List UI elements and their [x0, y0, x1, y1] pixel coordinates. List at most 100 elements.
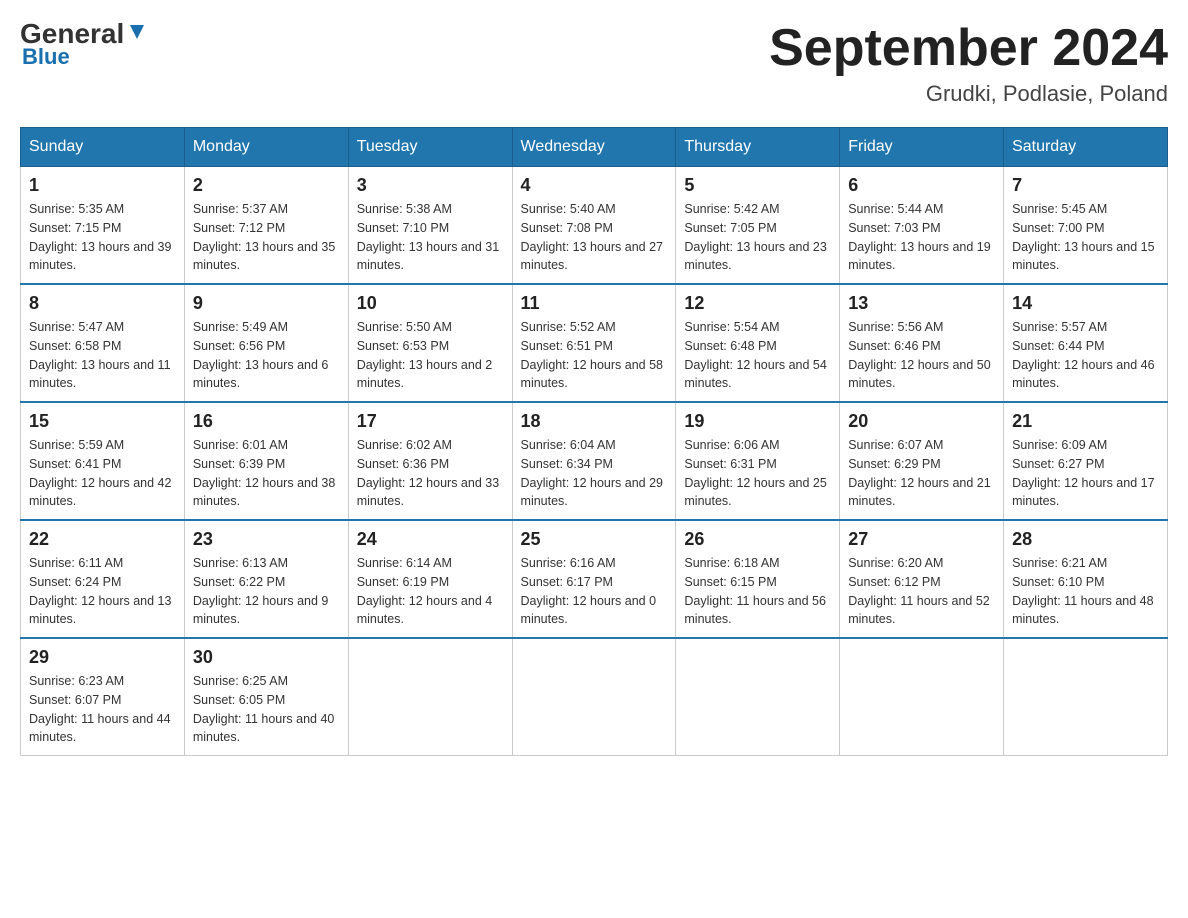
calendar-week-row: 8 Sunrise: 5:47 AMSunset: 6:58 PMDaylight… — [21, 284, 1168, 402]
day-info: Sunrise: 5:35 AMSunset: 7:15 PMDaylight:… — [29, 200, 176, 275]
calendar-cell: 17 Sunrise: 6:02 AMSunset: 6:36 PMDayligh… — [348, 402, 512, 520]
day-number: 11 — [521, 293, 668, 314]
calendar-cell — [840, 638, 1004, 756]
calendar-cell: 3 Sunrise: 5:38 AMSunset: 7:10 PMDaylight… — [348, 167, 512, 285]
day-info: Sunrise: 5:38 AMSunset: 7:10 PMDaylight:… — [357, 200, 504, 275]
day-number: 16 — [193, 411, 340, 432]
month-title: September 2024 — [769, 20, 1168, 77]
calendar-cell: 4 Sunrise: 5:40 AMSunset: 7:08 PMDaylight… — [512, 167, 676, 285]
calendar-cell: 27 Sunrise: 6:20 AMSunset: 6:12 PMDayligh… — [840, 520, 1004, 638]
day-number: 30 — [193, 647, 340, 668]
day-info: Sunrise: 6:20 AMSunset: 6:12 PMDaylight:… — [848, 554, 995, 629]
calendar-week-row: 29 Sunrise: 6:23 AMSunset: 6:07 PMDayligh… — [21, 638, 1168, 756]
day-info: Sunrise: 6:02 AMSunset: 6:36 PMDaylight:… — [357, 436, 504, 511]
day-number: 27 — [848, 529, 995, 550]
day-info: Sunrise: 5:44 AMSunset: 7:03 PMDaylight:… — [848, 200, 995, 275]
calendar-week-row: 1 Sunrise: 5:35 AMSunset: 7:15 PMDaylight… — [21, 167, 1168, 285]
calendar-cell: 8 Sunrise: 5:47 AMSunset: 6:58 PMDaylight… — [21, 284, 185, 402]
calendar-cell: 20 Sunrise: 6:07 AMSunset: 6:29 PMDayligh… — [840, 402, 1004, 520]
day-header-monday: Monday — [184, 128, 348, 167]
day-number: 5 — [684, 175, 831, 196]
calendar-cell: 7 Sunrise: 5:45 AMSunset: 7:00 PMDaylight… — [1004, 167, 1168, 285]
calendar-cell: 16 Sunrise: 6:01 AMSunset: 6:39 PMDayligh… — [184, 402, 348, 520]
day-number: 21 — [1012, 411, 1159, 432]
day-header-saturday: Saturday — [1004, 128, 1168, 167]
calendar-cell: 10Sunrise: 5:50 AMSunset: 6:53 PMDayligh… — [348, 284, 512, 402]
day-info: Sunrise: 6:07 AMSunset: 6:29 PMDaylight:… — [848, 436, 995, 511]
page-header: General Blue September 2024 Grudki, Podl… — [20, 20, 1168, 107]
day-info: Sunrise: 6:14 AMSunset: 6:19 PMDaylight:… — [357, 554, 504, 629]
calendar-cell: 29 Sunrise: 6:23 AMSunset: 6:07 PMDayligh… — [21, 638, 185, 756]
logo-blue-text: Blue — [20, 44, 70, 70]
day-info: Sunrise: 6:11 AMSunset: 6:24 PMDaylight:… — [29, 554, 176, 629]
day-number: 9 — [193, 293, 340, 314]
calendar-cell — [348, 638, 512, 756]
day-info: Sunrise: 5:57 AMSunset: 6:44 PMDaylight:… — [1012, 318, 1159, 393]
calendar-cell: 2Sunrise: 5:37 AMSunset: 7:12 PMDaylight… — [184, 167, 348, 285]
calendar-cell: 5Sunrise: 5:42 AMSunset: 7:05 PMDaylight… — [676, 167, 840, 285]
logo-triangle-icon — [126, 21, 148, 43]
day-number: 2 — [193, 175, 340, 196]
location-title: Grudki, Podlasie, Poland — [769, 81, 1168, 107]
day-number: 13 — [848, 293, 995, 314]
day-number: 6 — [848, 175, 995, 196]
day-number: 26 — [684, 529, 831, 550]
day-number: 10 — [357, 293, 504, 314]
calendar-week-row: 15 Sunrise: 5:59 AMSunset: 6:41 PMDayligh… — [21, 402, 1168, 520]
calendar-cell: 18 Sunrise: 6:04 AMSunset: 6:34 PMDayligh… — [512, 402, 676, 520]
calendar-cell: 15 Sunrise: 5:59 AMSunset: 6:41 PMDayligh… — [21, 402, 185, 520]
calendar-cell — [1004, 638, 1168, 756]
day-number: 22 — [29, 529, 176, 550]
day-info: Sunrise: 5:47 AMSunset: 6:58 PMDaylight:… — [29, 318, 176, 393]
calendar-cell: 12Sunrise: 5:54 AMSunset: 6:48 PMDayligh… — [676, 284, 840, 402]
day-info: Sunrise: 5:59 AMSunset: 6:41 PMDaylight:… — [29, 436, 176, 511]
calendar-cell: 23Sunrise: 6:13 AMSunset: 6:22 PMDayligh… — [184, 520, 348, 638]
day-number: 29 — [29, 647, 176, 668]
day-info: Sunrise: 6:09 AMSunset: 6:27 PMDaylight:… — [1012, 436, 1159, 511]
day-info: Sunrise: 6:18 AMSunset: 6:15 PMDaylight:… — [684, 554, 831, 629]
day-info: Sunrise: 5:54 AMSunset: 6:48 PMDaylight:… — [684, 318, 831, 393]
day-info: Sunrise: 5:45 AMSunset: 7:00 PMDaylight:… — [1012, 200, 1159, 275]
calendar-cell: 26 Sunrise: 6:18 AMSunset: 6:15 PMDayligh… — [676, 520, 840, 638]
calendar-cell: 30 Sunrise: 6:25 AMSunset: 6:05 PMDayligh… — [184, 638, 348, 756]
day-number: 7 — [1012, 175, 1159, 196]
day-number: 14 — [1012, 293, 1159, 314]
day-info: Sunrise: 6:23 AMSunset: 6:07 PMDaylight:… — [29, 672, 176, 747]
day-number: 28 — [1012, 529, 1159, 550]
day-number: 24 — [357, 529, 504, 550]
day-number: 15 — [29, 411, 176, 432]
calendar-cell: 25Sunrise: 6:16 AMSunset: 6:17 PMDayligh… — [512, 520, 676, 638]
day-header-sunday: Sunday — [21, 128, 185, 167]
day-number: 19 — [684, 411, 831, 432]
calendar-cell: 11Sunrise: 5:52 AMSunset: 6:51 PMDayligh… — [512, 284, 676, 402]
logo: General Blue — [20, 20, 148, 70]
day-info: Sunrise: 5:40 AMSunset: 7:08 PMDaylight:… — [521, 200, 668, 275]
calendar-week-row: 22 Sunrise: 6:11 AMSunset: 6:24 PMDayligh… — [21, 520, 1168, 638]
calendar-cell: 1 Sunrise: 5:35 AMSunset: 7:15 PMDaylight… — [21, 167, 185, 285]
day-info: Sunrise: 6:25 AMSunset: 6:05 PMDaylight:… — [193, 672, 340, 747]
day-header-thursday: Thursday — [676, 128, 840, 167]
calendar-cell: 9Sunrise: 5:49 AMSunset: 6:56 PMDaylight… — [184, 284, 348, 402]
day-info: Sunrise: 6:04 AMSunset: 6:34 PMDaylight:… — [521, 436, 668, 511]
calendar-cell: 21 Sunrise: 6:09 AMSunset: 6:27 PMDayligh… — [1004, 402, 1168, 520]
calendar-table: SundayMondayTuesdayWednesdayThursdayFrid… — [20, 127, 1168, 756]
day-number: 4 — [521, 175, 668, 196]
day-header-wednesday: Wednesday — [512, 128, 676, 167]
day-number: 3 — [357, 175, 504, 196]
day-number: 18 — [521, 411, 668, 432]
title-area: September 2024 Grudki, Podlasie, Poland — [769, 20, 1168, 107]
day-header-tuesday: Tuesday — [348, 128, 512, 167]
calendar-cell: 6 Sunrise: 5:44 AMSunset: 7:03 PMDaylight… — [840, 167, 1004, 285]
day-info: Sunrise: 6:06 AMSunset: 6:31 PMDaylight:… — [684, 436, 831, 511]
calendar-cell: 14 Sunrise: 5:57 AMSunset: 6:44 PMDayligh… — [1004, 284, 1168, 402]
day-info: Sunrise: 6:01 AMSunset: 6:39 PMDaylight:… — [193, 436, 340, 511]
day-number: 25 — [521, 529, 668, 550]
calendar-cell: 22 Sunrise: 6:11 AMSunset: 6:24 PMDayligh… — [21, 520, 185, 638]
calendar-header-row: SundayMondayTuesdayWednesdayThursdayFrid… — [21, 128, 1168, 167]
day-info: Sunrise: 6:21 AMSunset: 6:10 PMDaylight:… — [1012, 554, 1159, 629]
day-header-friday: Friday — [840, 128, 1004, 167]
day-number: 8 — [29, 293, 176, 314]
day-number: 20 — [848, 411, 995, 432]
day-number: 17 — [357, 411, 504, 432]
day-number: 1 — [29, 175, 176, 196]
